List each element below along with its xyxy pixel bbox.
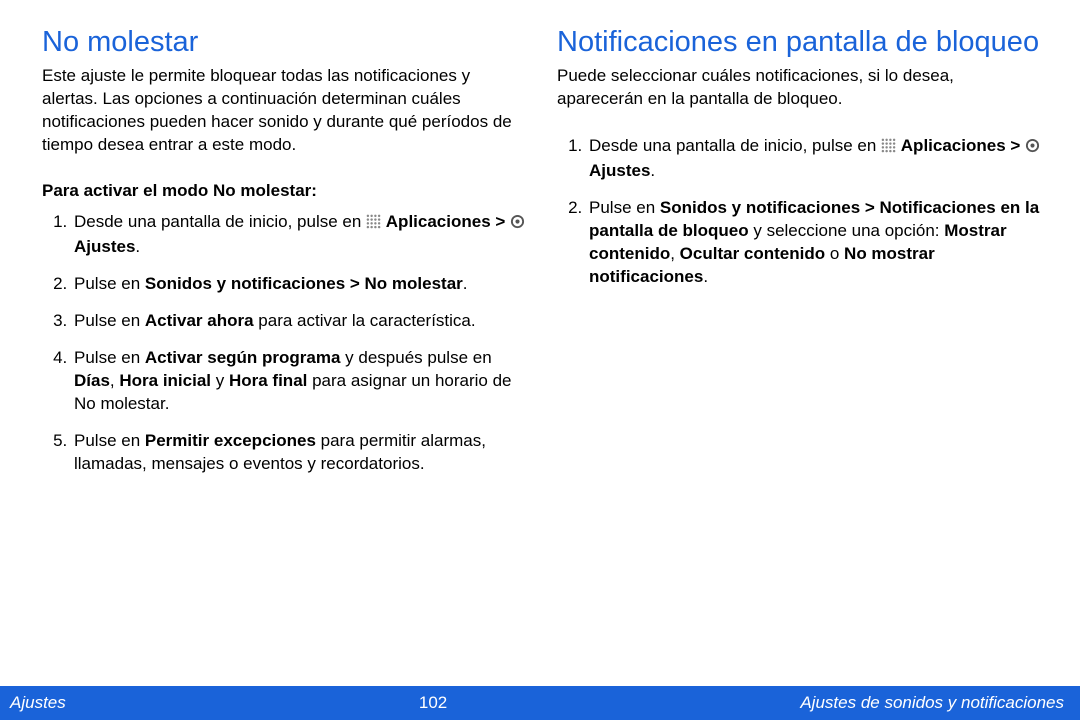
step-text: Pulse en (589, 198, 660, 217)
step-bold: Ajustes (589, 161, 650, 180)
step-bold: Permitir excepciones (145, 431, 316, 450)
step-text: Pulse en (74, 274, 145, 293)
footer-left: Ajustes (10, 693, 66, 713)
settings-gear-icon (510, 213, 525, 236)
step-2: Pulse en Sonidos y notificaciones > Noti… (587, 197, 1042, 289)
step-bold: Ocultar contenido (680, 244, 825, 263)
step-4: Pulse en Activar según programa y despué… (72, 347, 527, 416)
step-text: , (110, 371, 119, 390)
step-text: . (135, 237, 140, 256)
step-text: Pulse en (74, 311, 145, 330)
subheading: Para activar el modo No molestar: (42, 181, 527, 201)
step-bold: Activar ahora (145, 311, 254, 330)
steps-list: Desde una pantalla de inicio, pulse en A… (557, 135, 1042, 289)
step-1: Desde una pantalla de inicio, pulse en A… (72, 211, 527, 259)
step-bold: Aplicaciones > (901, 136, 1025, 155)
step-text: . (703, 267, 708, 286)
step-bold: Sonidos y notificaciones > No molestar (145, 274, 463, 293)
two-column-content: No molestar Este ajuste le permite bloqu… (0, 0, 1080, 490)
intro-text: Puede seleccionar cuáles notificaciones,… (557, 65, 1042, 111)
settings-gear-icon (1025, 137, 1040, 160)
step-bold: Aplicaciones > (386, 212, 510, 231)
step-bold: Días (74, 371, 110, 390)
step-text: y seleccione una opción: (749, 221, 945, 240)
step-bold: Ajustes (74, 237, 135, 256)
step-text: para activar la característica. (254, 311, 476, 330)
page-footer: Ajustes 102 Ajustes de sonidos y notific… (0, 686, 1080, 720)
step-text: Pulse en (74, 348, 145, 367)
manual-page: No molestar Este ajuste le permite bloqu… (0, 0, 1080, 720)
steps-list: Desde una pantalla de inicio, pulse en A… (42, 211, 527, 475)
left-column: No molestar Este ajuste le permite bloqu… (42, 26, 527, 490)
step-text: o (825, 244, 844, 263)
section-title-no-molestar: No molestar (42, 26, 527, 59)
intro-text: Este ajuste le permite bloquear todas la… (42, 65, 527, 157)
footer-right: Ajustes de sonidos y notificaciones (800, 693, 1064, 713)
step-2: Pulse en Sonidos y notificaciones > No m… (72, 273, 527, 296)
step-text: y después pulse en (340, 348, 491, 367)
step-1: Desde una pantalla de inicio, pulse en A… (587, 135, 1042, 183)
step-bold: Activar según programa (145, 348, 341, 367)
step-text: Desde una pantalla de inicio, pulse en (74, 212, 366, 231)
step-bold: Hora inicial (119, 371, 211, 390)
right-column: Notificaciones en pantalla de bloqueo Pu… (557, 26, 1042, 490)
step-text: . (463, 274, 468, 293)
step-text: . (650, 161, 655, 180)
section-title-lockscreen: Notificaciones en pantalla de bloqueo (557, 26, 1042, 59)
footer-page-number: 102 (66, 693, 801, 713)
step-text: Pulse en (74, 431, 145, 450)
step-text: , (670, 244, 679, 263)
apps-grid-icon (881, 137, 896, 160)
apps-grid-icon (366, 213, 381, 236)
step-bold: Hora final (229, 371, 307, 390)
step-5: Pulse en Permitir excepciones para permi… (72, 430, 527, 476)
step-text: y (211, 371, 229, 390)
step-3: Pulse en Activar ahora para activar la c… (72, 310, 527, 333)
step-text: Desde una pantalla de inicio, pulse en (589, 136, 881, 155)
